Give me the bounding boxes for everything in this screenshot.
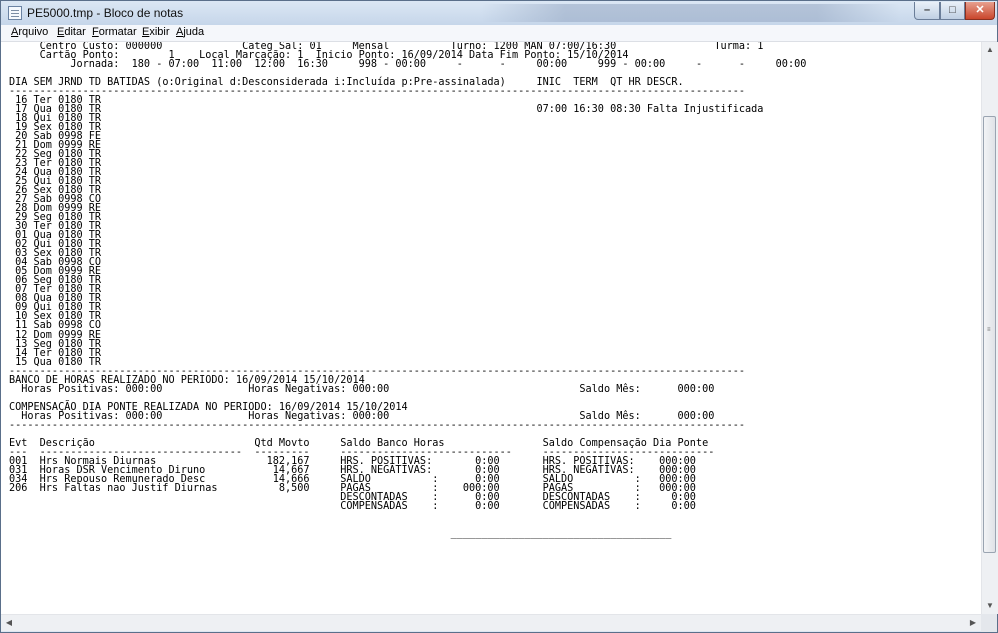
scrollbar-corner	[981, 614, 997, 632]
menu-ajuda[interactable]: Ajuda	[176, 26, 204, 38]
menu-exibir[interactable]: Exibir	[142, 26, 170, 38]
menu-editar[interactable]: Editar	[57, 26, 86, 38]
scroll-right-arrow-icon[interactable]: ▶	[965, 615, 981, 631]
title-bar[interactable]: PE5000.tmp - Bloco de notas – □ ✕	[1, 1, 997, 25]
notepad-window: PE5000.tmp - Bloco de notas – □ ✕ Arquiv…	[0, 0, 998, 633]
minimize-button[interactable]: –	[914, 2, 940, 20]
text-editor-area[interactable]: Centro Custo: 000000 Categ Sal: 01 Mensa…	[1, 42, 981, 614]
scroll-up-arrow-icon[interactable]: ▲	[982, 42, 998, 58]
scroll-left-arrow-icon[interactable]: ◀	[1, 615, 17, 631]
document-text: Centro Custo: 000000 Categ Sal: 01 Mensa…	[9, 42, 807, 539]
grip-icon: ≡	[987, 327, 991, 333]
menu-formatar[interactable]: Formatar	[92, 26, 137, 38]
vertical-scroll-thumb[interactable]: ≡	[983, 116, 996, 553]
close-button[interactable]: ✕	[965, 2, 995, 20]
blurred-title-region	[481, 4, 901, 22]
menu-bar: Arquivo Editar Formatar Exibir Ajuda	[1, 25, 997, 42]
vertical-scrollbar[interactable]: ▲ ≡ ▼	[981, 42, 998, 614]
notepad-icon	[8, 6, 22, 20]
maximize-button[interactable]: □	[940, 2, 965, 20]
menu-arquivo[interactable]: Arquivo	[11, 26, 48, 38]
horizontal-scrollbar[interactable]: ◀ ▶	[1, 614, 981, 631]
window-title: PE5000.tmp - Bloco de notas	[27, 6, 184, 20]
scroll-down-arrow-icon[interactable]: ▼	[982, 598, 998, 614]
